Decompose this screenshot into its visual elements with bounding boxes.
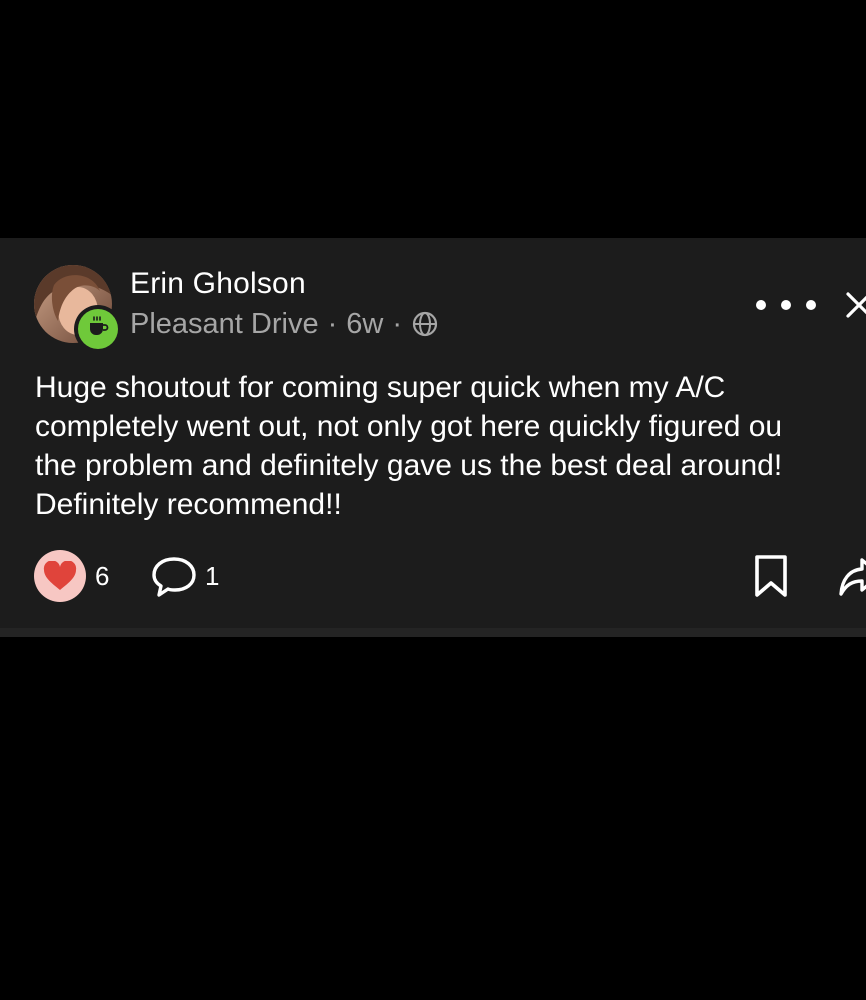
bookmark-button[interactable] (752, 554, 790, 598)
meta-separator: · (392, 307, 403, 340)
more-dot (781, 300, 791, 310)
post-body-line: the problem and definitely gave us the b… (35, 449, 783, 482)
feed-divider (0, 628, 866, 637)
globe-icon (411, 310, 439, 338)
close-button[interactable] (844, 290, 866, 320)
share-button[interactable] (838, 556, 866, 598)
reaction-button[interactable] (34, 550, 86, 602)
more-dot (806, 300, 816, 310)
post-time: 6w (346, 307, 384, 340)
post-body-line: Definitely recommend!! (35, 488, 342, 521)
more-dots-icon (756, 300, 766, 310)
meta-separator: · (327, 307, 338, 340)
comment-count[interactable]: 1 (205, 560, 219, 592)
post-card[interactable]: Erin Gholson Pleasant Drive · 6w · Huge … (0, 238, 866, 628)
comment-button[interactable] (150, 555, 198, 599)
coffee-cup-icon (86, 315, 110, 344)
post-body-line: completely went out, not only got here q… (35, 410, 783, 443)
heart-icon (43, 561, 77, 590)
post-body-line: Huge shoutout for coming super quick whe… (35, 371, 726, 404)
post-body: Huge shoutout for coming super quick whe… (35, 368, 866, 524)
neighborhood-badge (74, 305, 122, 353)
comment-bubble-icon (152, 557, 196, 597)
reaction-count[interactable]: 6 (95, 560, 109, 592)
post-meta: Pleasant Drive · 6w · (130, 306, 439, 342)
post-actions: 6 1 (0, 550, 866, 602)
share-arrow-icon (839, 558, 866, 596)
author-name[interactable]: Erin Gholson (130, 266, 306, 302)
neighborhood-label[interactable]: Pleasant Drive (130, 308, 319, 341)
more-options-button[interactable] (756, 290, 816, 320)
bookmark-icon (755, 555, 787, 597)
close-icon (846, 292, 866, 318)
